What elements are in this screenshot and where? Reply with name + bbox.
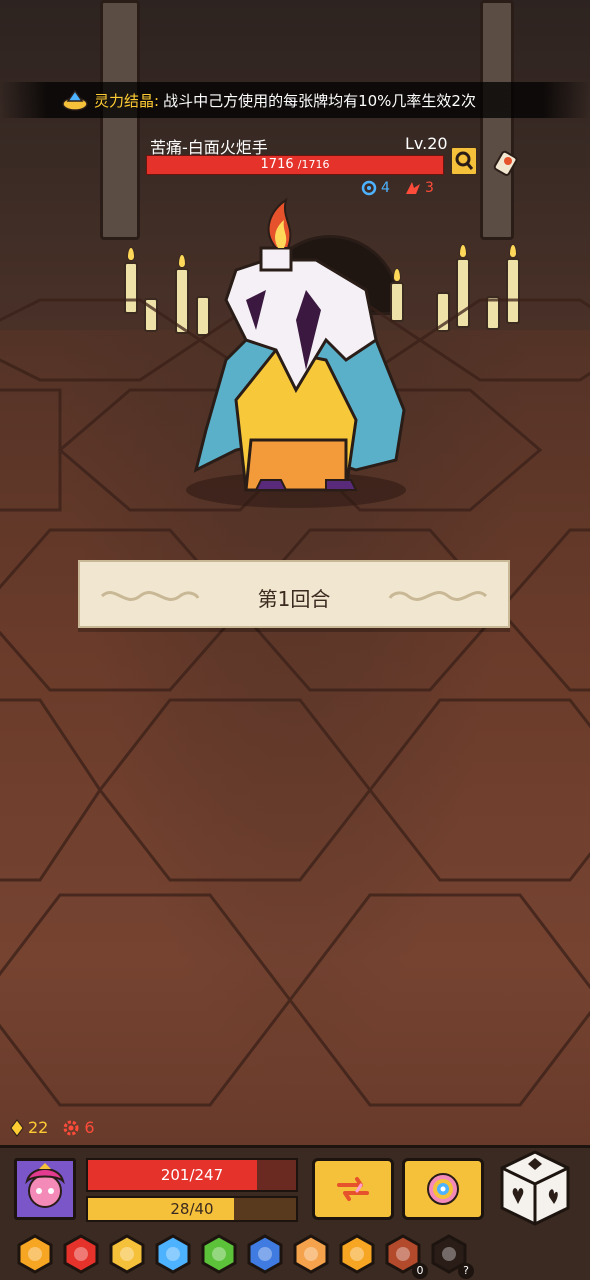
gear-counter: 6 xyxy=(62,1118,95,1137)
swirl-icon xyxy=(361,180,377,196)
resource-counters: 22 6 xyxy=(10,1118,95,1137)
item-count-badge: ? xyxy=(458,1263,474,1279)
pillar xyxy=(100,0,140,240)
fire-crown-icon[interactable] xyxy=(336,1233,378,1275)
magic-hat-dice-icon[interactable]: ? xyxy=(428,1233,474,1279)
bowl-icon[interactable]: 0 xyxy=(382,1233,428,1279)
enemy-shield-stat: 4 xyxy=(360,180,390,196)
red-horn-icon[interactable] xyxy=(60,1233,102,1275)
blue-sickle-icon[interactable] xyxy=(244,1233,286,1275)
player-mp-bar: 28/40 xyxy=(86,1196,298,1222)
flame-icon xyxy=(459,244,467,258)
gear-icon xyxy=(63,1120,79,1135)
buff-description: 战斗中己方使用的每张牌均有10%几率生效2次 xyxy=(163,91,476,110)
player-hud: 201/247 28/40 0? xyxy=(0,1145,590,1280)
claw-gauntlet-icon[interactable] xyxy=(14,1233,56,1275)
enemy-level: Lv.20 xyxy=(405,134,448,153)
pillar xyxy=(480,0,514,240)
ornament-right xyxy=(388,591,488,601)
enemy-hp-text: 1716 /1716 xyxy=(260,157,330,172)
round-banner: 第1回合 xyxy=(78,560,510,628)
energy-diamond-icon xyxy=(10,1118,24,1137)
magnifier-icon xyxy=(455,151,474,170)
battle-scene xyxy=(0,0,590,1280)
dice-icon[interactable] xyxy=(498,1148,572,1228)
player-hp-bar: 201/247 xyxy=(86,1158,298,1192)
swap-arrows-icon xyxy=(337,1177,369,1201)
energy-counter: 22 xyxy=(10,1118,48,1137)
item-tray: 0? xyxy=(14,1228,576,1280)
swap-button[interactable] xyxy=(312,1158,394,1220)
player-mp-text: 28/40 xyxy=(170,1200,214,1218)
crystal-gem-icon xyxy=(62,89,88,111)
green-potion-icon[interactable] xyxy=(198,1233,240,1275)
scroll-icon[interactable] xyxy=(492,148,522,178)
enemy-hp-bar: 1716 /1716 xyxy=(146,155,444,175)
target-disc-icon[interactable] xyxy=(290,1233,332,1275)
player-portrait xyxy=(17,1161,73,1217)
claw-icon xyxy=(406,182,420,194)
enemy-attack-stat: 3 xyxy=(404,180,434,196)
flame-icon xyxy=(127,247,135,261)
vortex-icon xyxy=(427,1173,459,1205)
buff-tag: 灵力结晶: xyxy=(94,91,160,110)
player-hp-text: 201/247 xyxy=(160,1166,224,1184)
diamond-badge-icon[interactable] xyxy=(152,1233,194,1275)
buff-banner: 灵力结晶: 战斗中己方使用的每张牌均有10%几率生效2次 xyxy=(0,82,590,118)
player-avatar[interactable] xyxy=(14,1158,76,1220)
gold-armor-icon[interactable] xyxy=(106,1233,148,1275)
inspect-button[interactable] xyxy=(450,146,478,176)
flame-icon xyxy=(509,244,517,258)
item-count-badge: 0 xyxy=(412,1263,428,1279)
candle-monster xyxy=(186,197,406,508)
vortex-button[interactable] xyxy=(402,1158,484,1220)
